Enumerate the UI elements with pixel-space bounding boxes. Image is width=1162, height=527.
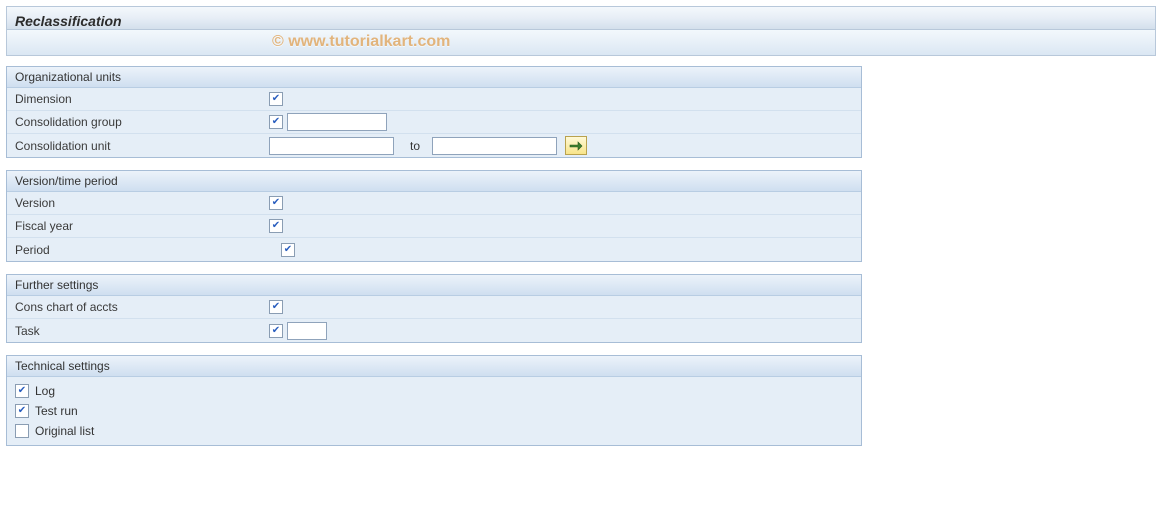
consolidation-unit-to-input[interactable] (432, 137, 557, 155)
fiscal-year-checkbox[interactable] (269, 219, 283, 233)
consolidation-unit-label: Consolidation unit (15, 139, 269, 153)
to-label: to (410, 139, 420, 153)
consolidation-unit-from-input[interactable] (269, 137, 394, 155)
task-checkbox[interactable] (269, 324, 283, 338)
original-list-label: Original list (35, 424, 94, 438)
group-header-org: Organizational units (7, 67, 861, 88)
version-checkbox[interactable] (269, 196, 283, 210)
version-label: Version (15, 196, 269, 210)
original-list-checkbox[interactable] (15, 424, 29, 438)
arrow-right-icon (569, 141, 583, 151)
period-label: Period (15, 243, 269, 257)
period-checkbox[interactable] (281, 243, 295, 257)
page-title: Reclassification (6, 6, 1156, 30)
group-header-technical: Technical settings (7, 356, 861, 377)
cons-chart-label: Cons chart of accts (15, 300, 269, 314)
log-checkbox[interactable] (15, 384, 29, 398)
test-run-checkbox[interactable] (15, 404, 29, 418)
dimension-checkbox[interactable] (269, 92, 283, 106)
group-organizational-units: Organizational units Dimension Consolida… (6, 66, 862, 158)
consolidation-group-input[interactable] (287, 113, 387, 131)
dimension-label: Dimension (15, 92, 269, 106)
toolbar-ribbon: © www.tutorialkart.com (6, 30, 1156, 56)
watermark-text: © www.tutorialkart.com (272, 33, 450, 51)
consolidation-group-label: Consolidation group (15, 115, 269, 129)
group-technical-settings: Technical settings Log Test run Original… (6, 355, 862, 446)
task-label: Task (15, 324, 269, 338)
test-run-label: Test run (35, 404, 78, 418)
fiscal-year-label: Fiscal year (15, 219, 269, 233)
group-header-further: Further settings (7, 275, 861, 296)
multiple-selection-button[interactable] (565, 136, 587, 155)
group-header-version: Version/time period (7, 171, 861, 192)
log-label: Log (35, 384, 55, 398)
group-version-time-period: Version/time period Version Fiscal year … (6, 170, 862, 262)
consolidation-group-checkbox[interactable] (269, 115, 283, 129)
cons-chart-checkbox[interactable] (269, 300, 283, 314)
group-further-settings: Further settings Cons chart of accts Tas… (6, 274, 862, 343)
task-input[interactable] (287, 322, 327, 340)
